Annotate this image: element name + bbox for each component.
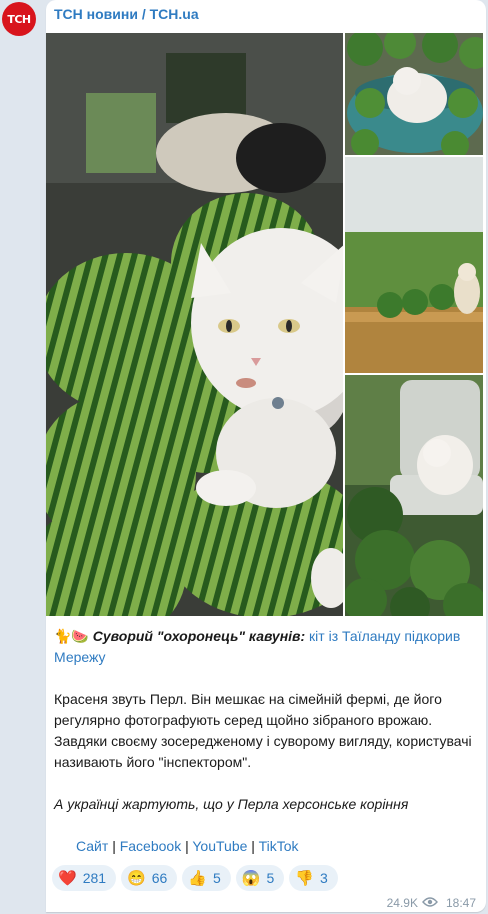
reaction-thumbs-up[interactable]: 👍 5 (182, 865, 231, 891)
link-youtube[interactable]: YouTube (192, 838, 247, 854)
reaction-count: 5 (266, 870, 275, 886)
post-paragraph-1: Красеня звуть Перл. Він мешкає на сімейн… (54, 691, 472, 770)
photo-cat-in-car-trunk[interactable] (46, 33, 343, 616)
post-paragraph-2: А українці жартують, що у Перла херсонсь… (54, 796, 409, 812)
channel-avatar[interactable]: ТСН (2, 2, 36, 36)
grin-face-icon: 😁 (127, 870, 146, 887)
screaming-face-icon: 😱 (241, 870, 261, 887)
link-facebook[interactable]: Facebook (120, 838, 181, 854)
reaction-count: 3 (319, 870, 328, 886)
post-title: 🐈🍉 Суворий "охоронець" кавунів: кіт із Т… (54, 626, 478, 668)
link-separator: | (112, 838, 116, 854)
view-count: 24.9K (386, 896, 418, 910)
reaction-count: 281 (82, 870, 107, 886)
message-time: 18:47 (445, 896, 476, 910)
link-separator: | (185, 838, 189, 854)
link-separator: | (251, 838, 255, 854)
reaction-count: 5 (213, 870, 221, 886)
reaction-heart[interactable]: ❤️ 281 (52, 865, 117, 891)
photo-cat-in-field[interactable] (345, 157, 483, 373)
thumbs-down-icon: 👎 (295, 870, 314, 887)
reaction-screaming[interactable]: 😱 5 (235, 865, 285, 891)
thumbs-up-icon: 👍 (188, 870, 207, 887)
link-site[interactable]: Сайт (76, 838, 108, 854)
post-links: Сайт | Facebook | YouTube | TikTok (76, 836, 488, 857)
photo-cat-in-basket[interactable] (345, 33, 483, 155)
reaction-count: 66 (151, 870, 168, 886)
post-title-bold: Суворий "охоронець" кавунів: (92, 628, 306, 644)
message-bubble: ТСН новини / TCH.ua 🐈🍉 Суворий "охоронец… (46, 0, 486, 912)
channel-name[interactable]: ТСН новини / TCH.ua (54, 6, 199, 22)
cat-watermelon-emoji: 🐈🍉 (54, 628, 89, 644)
eye-icon (422, 896, 438, 910)
reactions-bar: ❤️ 281 😁 66 👍 5 😱 5 👎 3 (52, 865, 338, 891)
link-tiktok[interactable]: TikTok (259, 838, 299, 854)
reaction-thumbs-down[interactable]: 👎 3 (289, 865, 338, 891)
red-heart-icon: ❤️ (58, 870, 77, 887)
reaction-grin[interactable]: 😁 66 (121, 865, 178, 891)
photo-cat-on-chair[interactable] (345, 375, 483, 616)
message-meta: 24.9K 18:47 (387, 896, 476, 910)
